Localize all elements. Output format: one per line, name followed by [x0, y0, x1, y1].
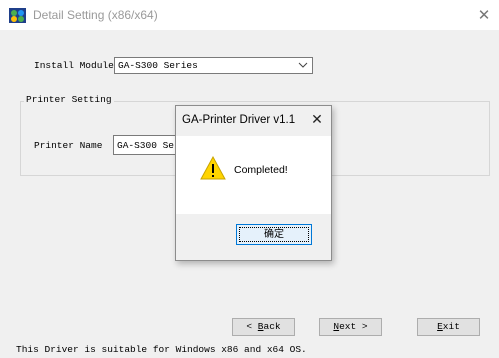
chevron-down-icon — [298, 62, 308, 68]
printer-name-label: Printer Name — [34, 140, 103, 151]
install-module-label: Install Module — [34, 60, 114, 71]
dialog-body: Completed! — [176, 136, 331, 214]
completed-dialog: GA-Printer Driver v1.1 ✕ Completed! 确定 — [175, 105, 332, 261]
back-button-prefix: < — [246, 321, 258, 332]
install-module-value: GA-S300 Series — [118, 60, 198, 71]
next-button-rest: ext > — [339, 321, 368, 332]
warning-icon — [200, 156, 226, 180]
back-button[interactable]: < Back — [232, 318, 295, 336]
focus-rect — [239, 227, 309, 242]
printer-setting-group-title: Printer Setting — [24, 94, 114, 105]
window-title: Detail Setting (x86/x64) — [33, 8, 158, 22]
footer-note: This Driver is suitable for Windows x86 … — [16, 344, 307, 355]
dialog-close-button[interactable]: ✕ — [308, 111, 326, 129]
exit-button-rest: xit — [442, 321, 460, 332]
exit-button[interactable]: Exit — [417, 318, 480, 336]
install-module-select[interactable]: GA-S300 Series — [114, 57, 313, 74]
dialog-title: GA-Printer Driver v1.1 — [182, 114, 296, 126]
ok-button[interactable]: 确定 — [236, 224, 312, 245]
title-bar: Detail Setting (x86/x64) ✕ — [0, 0, 499, 30]
window-close-button[interactable]: ✕ — [474, 5, 494, 25]
next-button[interactable]: Next > — [319, 318, 382, 336]
dialog-message: Completed! — [234, 164, 288, 176]
back-button-rest: ack — [263, 321, 281, 332]
app-icon — [9, 8, 26, 23]
